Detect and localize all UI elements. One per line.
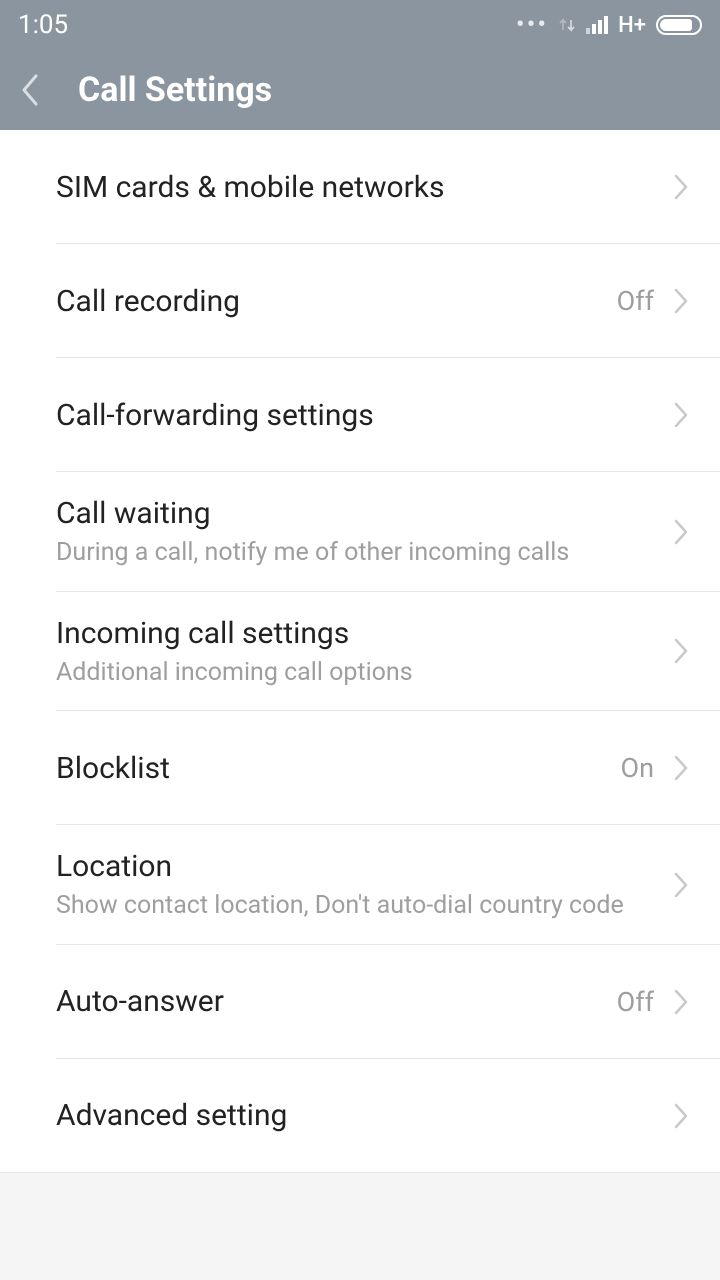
app-header: Call Settings — [0, 50, 720, 130]
row-subtitle: Show contact location, Don't auto-dial c… — [56, 890, 672, 923]
row-title: Location — [56, 847, 672, 886]
row-value: Off — [617, 986, 654, 1018]
row-call-waiting[interactable]: Call waiting During a call, notify me of… — [0, 472, 720, 592]
status-time: 1:05 — [18, 10, 68, 40]
back-button[interactable] — [18, 72, 68, 108]
row-title: Call waiting — [56, 494, 672, 533]
chevron-right-icon — [672, 1101, 690, 1131]
row-call-recording[interactable]: Call recording Off — [0, 244, 720, 358]
row-title: Incoming call settings — [56, 614, 672, 653]
chevron-right-icon — [672, 400, 690, 430]
row-title: Auto-answer — [56, 982, 617, 1021]
row-advanced-setting[interactable]: Advanced setting — [0, 1059, 720, 1173]
more-icon: ••• — [516, 12, 548, 38]
status-bar: 1:05 ••• H+ — [0, 0, 720, 50]
settings-list: SIM cards & mobile networks Call recordi… — [0, 130, 720, 1173]
row-sim-networks[interactable]: SIM cards & mobile networks — [0, 130, 720, 244]
row-title: Blocklist — [56, 749, 621, 788]
row-auto-answer[interactable]: Auto-answer Off — [0, 945, 720, 1059]
status-indicators: ••• H+ — [516, 12, 702, 38]
network-type: H+ — [618, 13, 646, 38]
chevron-right-icon — [672, 172, 690, 202]
chevron-right-icon — [672, 517, 690, 547]
row-location[interactable]: Location Show contact location, Don't au… — [0, 825, 720, 945]
row-title: Call-forwarding settings — [56, 396, 672, 435]
row-blocklist[interactable]: Blocklist On — [0, 711, 720, 825]
row-value: Off — [617, 285, 654, 317]
chevron-right-icon — [672, 753, 690, 783]
row-title: SIM cards & mobile networks — [56, 168, 672, 207]
chevron-right-icon — [672, 870, 690, 900]
back-icon — [18, 72, 40, 108]
chevron-right-icon — [672, 286, 690, 316]
row-title: Advanced setting — [56, 1096, 672, 1135]
page-title: Call Settings — [78, 70, 272, 110]
data-activity-icon — [558, 16, 576, 34]
row-value: On — [621, 752, 655, 784]
row-title: Call recording — [56, 282, 617, 321]
chevron-right-icon — [672, 987, 690, 1017]
battery-icon — [656, 15, 702, 35]
row-incoming-call-settings[interactable]: Incoming call settings Additional incomi… — [0, 592, 720, 712]
row-call-forwarding[interactable]: Call-forwarding settings — [0, 358, 720, 472]
row-subtitle: During a call, notify me of other incomi… — [56, 537, 672, 570]
row-subtitle: Additional incoming call options — [56, 657, 672, 690]
chevron-right-icon — [672, 636, 690, 666]
signal-icon — [586, 16, 608, 34]
